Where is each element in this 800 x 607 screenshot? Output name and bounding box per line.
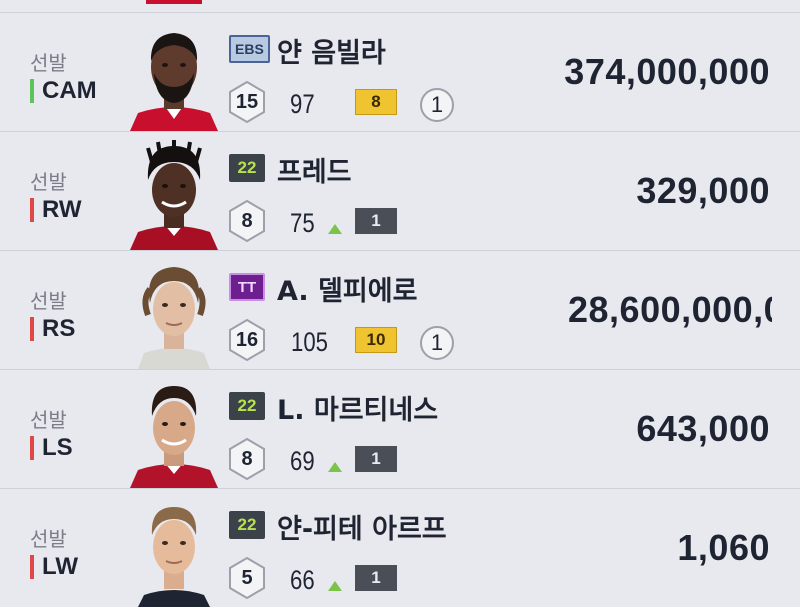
position-label: LW: [30, 553, 78, 581]
player-name[interactable]: 프레드: [277, 150, 352, 189]
player-portrait-icon: [128, 378, 220, 488]
level-value: 16: [235, 328, 259, 351]
list-item-partial[interactable]: [0, 0, 800, 11]
squad-player-list: 선발 CAM EBS 얀 음빌라 15 97 8 1 374,000,000 선…: [0, 0, 800, 607]
player-name[interactable]: L. 마르티네스: [277, 388, 438, 427]
overall-rating: 105: [291, 327, 328, 357]
position-color-bar: [30, 79, 34, 103]
season-badge: 22: [229, 392, 265, 420]
player-portrait-icon: [128, 21, 220, 131]
list-item[interactable]: 선발 CAM EBS 얀 음빌라 15 97 8 1 374,000,000: [0, 12, 800, 131]
season-badge: TT: [229, 273, 265, 301]
position-text: RW: [42, 196, 82, 223]
position-text: LS: [42, 434, 73, 461]
player-portrait-icon: [128, 497, 220, 607]
level-value: 15: [235, 90, 259, 113]
position-text: CAM: [42, 77, 97, 104]
position-label: CAM: [30, 77, 97, 105]
enhancement-grade-badge: 1: [355, 446, 397, 472]
overall-rating: 69: [290, 446, 315, 476]
player-portrait-icon: [128, 259, 220, 369]
lineup-status: 선발: [30, 289, 67, 313]
level-hex-badge: 8: [228, 438, 266, 480]
trade-count-icon: 1: [420, 88, 454, 122]
rating-up-arrow-icon: [328, 462, 342, 472]
position-text: LW: [42, 553, 78, 580]
lineup-status: 선발: [30, 527, 67, 551]
lineup-status: 선발: [30, 51, 67, 75]
list-item[interactable]: 선발 RS TT A. 델피에로 16 105 10 1 28,600,000,: [0, 250, 800, 369]
player-price: 28,600,000,000: [568, 289, 772, 330]
position-color-bar: [30, 555, 34, 579]
season-badge: 22: [229, 511, 265, 539]
level-value: 8: [241, 447, 253, 470]
rating-up-arrow-icon: [328, 581, 342, 591]
overall-rating: 66: [290, 565, 315, 595]
level-hex-badge: 16: [228, 319, 266, 361]
season-badge: EBS: [229, 35, 270, 63]
list-item[interactable]: 선발 RW 22 프레드 8 75 1 329,000: [0, 131, 800, 250]
position-color-bar: [30, 436, 34, 460]
position-label: RS: [30, 315, 75, 343]
list-item[interactable]: 선발 LS 22 L. 마르티네스 8 69 1 643,000: [0, 369, 800, 488]
position-color-bar: [30, 198, 34, 222]
level-value: 5: [241, 566, 253, 589]
level-value: 8: [241, 209, 253, 232]
level-hex-badge: 5: [228, 557, 266, 599]
rating-up-arrow-icon: [328, 224, 342, 234]
overall-rating: 97: [290, 89, 315, 119]
enhancement-grade-badge: 1: [355, 208, 397, 234]
player-price: 329,000: [636, 170, 770, 211]
trade-count-icon: 1: [420, 326, 454, 360]
position-color-bar: [30, 317, 34, 341]
player-name[interactable]: 얀 음빌라: [277, 31, 386, 70]
lineup-status: 선발: [30, 170, 67, 194]
lineup-status: 선발: [30, 408, 67, 432]
player-name[interactable]: A. 델피에로: [277, 269, 417, 308]
player-price: 1,060: [677, 527, 770, 568]
position-label: LS: [30, 434, 73, 462]
overall-rating: 75: [290, 208, 315, 238]
level-hex-badge: 15: [228, 81, 266, 123]
player-portrait-icon: [128, 140, 220, 250]
player-price: 643,000: [636, 408, 770, 449]
list-item[interactable]: 선발 LW 22 얀-피테 아르프 5 66 1 1,060: [0, 488, 800, 607]
position-text: RS: [42, 315, 76, 342]
player-name[interactable]: 얀-피테 아르프: [277, 507, 447, 546]
player-price: 374,000,000: [564, 51, 770, 92]
level-hex-badge: 8: [228, 200, 266, 242]
enhancement-grade-badge: 8: [355, 89, 397, 115]
enhancement-grade-badge: 10: [355, 327, 397, 353]
season-badge: 22: [229, 154, 265, 182]
position-label: RW: [30, 196, 82, 224]
enhancement-grade-badge: 1: [355, 565, 397, 591]
